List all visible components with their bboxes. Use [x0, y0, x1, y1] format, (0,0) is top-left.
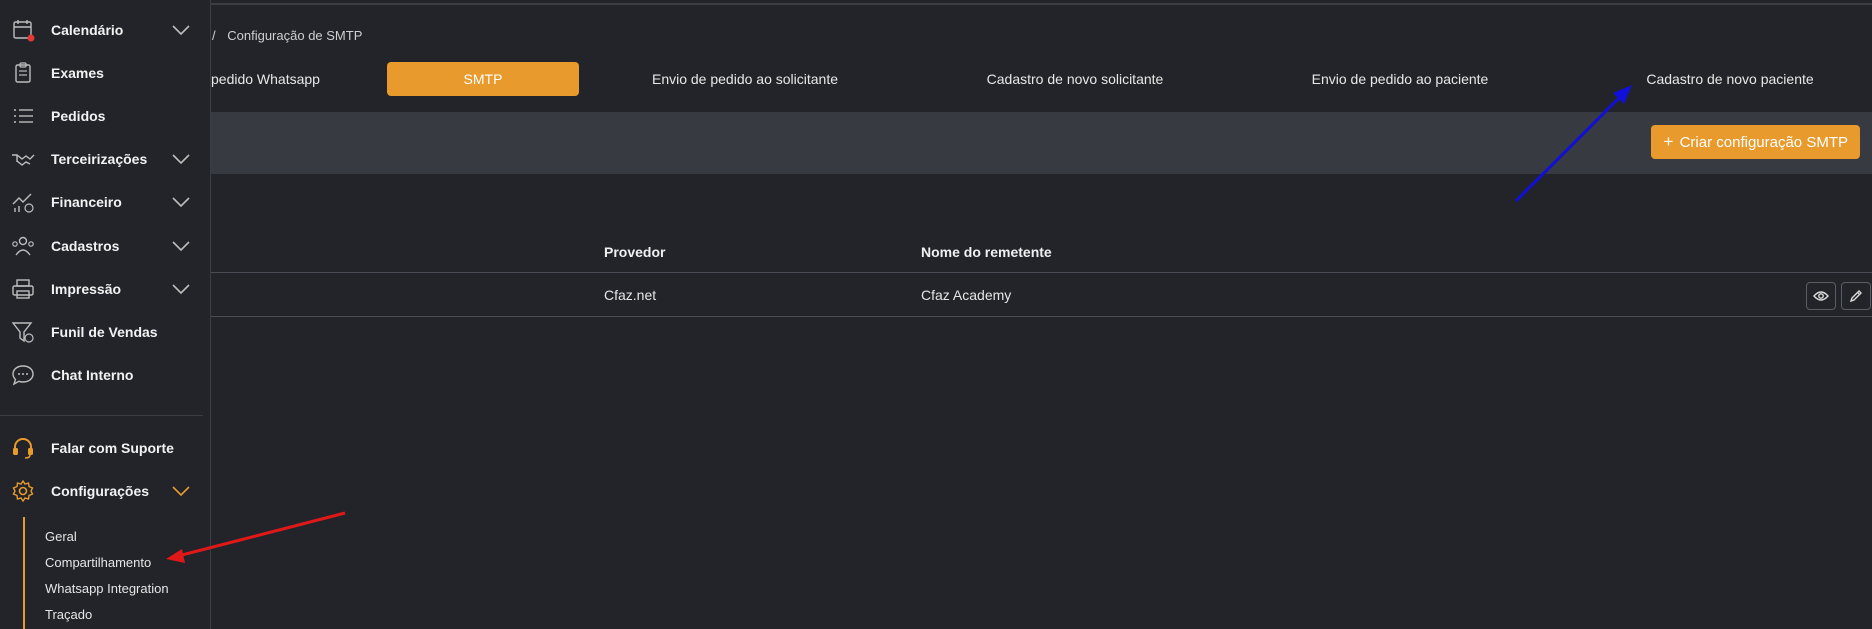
sidebar-item-label: Financeiro: [51, 194, 122, 210]
sidebar-item-label: Exames: [51, 65, 104, 81]
sidebar-item-label: Funil de Vendas: [51, 324, 158, 340]
printer-icon: [12, 279, 34, 299]
tab-envio-pedido-solicitante[interactable]: Envio de pedido ao solicitante: [630, 62, 860, 96]
pencil-icon: [1849, 290, 1862, 303]
toolbar: + Criar configuração SMTP: [211, 112, 1872, 174]
sidebar-item-label: Chat Interno: [51, 367, 134, 383]
chevron-down-icon: [172, 197, 190, 208]
table-header-divider: [211, 272, 1872, 273]
chevron-down-icon: [172, 284, 190, 295]
sidebar-item-label: Cadastros: [51, 238, 120, 254]
gear-icon: [12, 479, 34, 503]
finance-chart-icon: [12, 193, 34, 213]
list-icon: [14, 109, 33, 123]
table-row-divider: [211, 316, 1872, 317]
sidebar-item-exames[interactable]: Exames: [0, 55, 210, 91]
users-icon: [12, 236, 34, 256]
sidebar-item-calendario[interactable]: Calendário: [0, 12, 210, 48]
submenu-item-whatsapp-integration[interactable]: Whatsapp Integration: [45, 581, 169, 596]
calendar-icon: [13, 20, 35, 42]
sidebar-item-impressao[interactable]: Impressão: [0, 271, 210, 307]
view-button[interactable]: [1806, 282, 1836, 310]
breadcrumb-current: Configuração de SMTP: [227, 28, 363, 43]
top-border: [0, 3, 1872, 5]
sidebar-item-label: Pedidos: [51, 108, 106, 124]
sidebar-item-label: Terceirizações: [51, 151, 148, 167]
funnel-icon: [11, 322, 34, 343]
edit-button[interactable]: [1841, 282, 1871, 310]
sidebar-item-label: Configurações: [51, 483, 150, 499]
tab-envio-pedido-paciente[interactable]: Envio de pedido ao paciente: [1290, 62, 1510, 96]
submenu-item-tracado[interactable]: Traçado: [45, 607, 92, 622]
sidebar-item-suporte[interactable]: Falar com Suporte: [0, 430, 210, 466]
sidebar-item-pedidos[interactable]: Pedidos: [0, 98, 210, 134]
sidebar-item-financeiro[interactable]: Financeiro: [0, 184, 210, 220]
sidebar-item-configuracoes[interactable]: Configurações: [0, 473, 210, 509]
sidebar-item-chat-interno[interactable]: Chat Interno: [0, 357, 210, 393]
sidebar-item-funil-vendas[interactable]: Funil de Vendas: [0, 314, 210, 350]
breadcrumb: / Configuração de SMTP: [212, 28, 362, 43]
chevron-down-icon: [172, 486, 190, 497]
column-header-nome-remetente[interactable]: Nome do remetente: [921, 244, 1052, 260]
plus-icon: +: [1663, 132, 1674, 151]
eye-icon: [1813, 291, 1829, 301]
headset-icon: [13, 437, 33, 459]
chevron-down-icon: [172, 241, 190, 252]
tab-smtp[interactable]: SMTP: [387, 62, 579, 96]
chat-icon: [12, 365, 34, 386]
sidebar-item-label: Falar com Suporte: [51, 440, 174, 456]
chevron-down-icon: [172, 154, 190, 165]
sidebar-item-terceirizacoes[interactable]: Terceirizações: [0, 141, 210, 177]
create-smtp-config-button[interactable]: + Criar configuração SMTP: [1651, 125, 1860, 159]
sidebar-divider: [0, 415, 203, 416]
create-button-label: Criar configuração SMTP: [1679, 134, 1848, 151]
sidebar-item-label: Calendário: [51, 22, 124, 38]
cell-sender: Cfaz Academy: [921, 287, 1012, 303]
sidebar-item-cadastros[interactable]: Cadastros: [0, 228, 210, 264]
tab-pedido-whatsapp[interactable]: pedido Whatsapp: [211, 62, 323, 96]
sidebar-item-label: Impressão: [51, 281, 122, 297]
tab-cadastro-novo-paciente[interactable]: Cadastro de novo paciente: [1630, 62, 1830, 96]
handshake-icon: [12, 154, 35, 166]
submenu-item-compartilhamento[interactable]: Compartilhamento: [45, 555, 151, 570]
clipboard-icon: [15, 62, 31, 83]
column-header-provedor[interactable]: Provedor: [604, 244, 665, 260]
chevron-down-icon: [172, 25, 190, 36]
submenu-rail: [23, 517, 25, 629]
cell-provider: Cfaz.net: [604, 287, 657, 303]
submenu-item-geral[interactable]: Geral: [45, 529, 77, 544]
breadcrumb-separator: /: [212, 28, 216, 43]
sidebar: Calendário Exames Pedidos Terceirizações…: [0, 0, 211, 629]
tab-cadastro-novo-solicitante[interactable]: Cadastro de novo solicitante: [970, 62, 1180, 96]
notification-dot: [27, 34, 35, 42]
